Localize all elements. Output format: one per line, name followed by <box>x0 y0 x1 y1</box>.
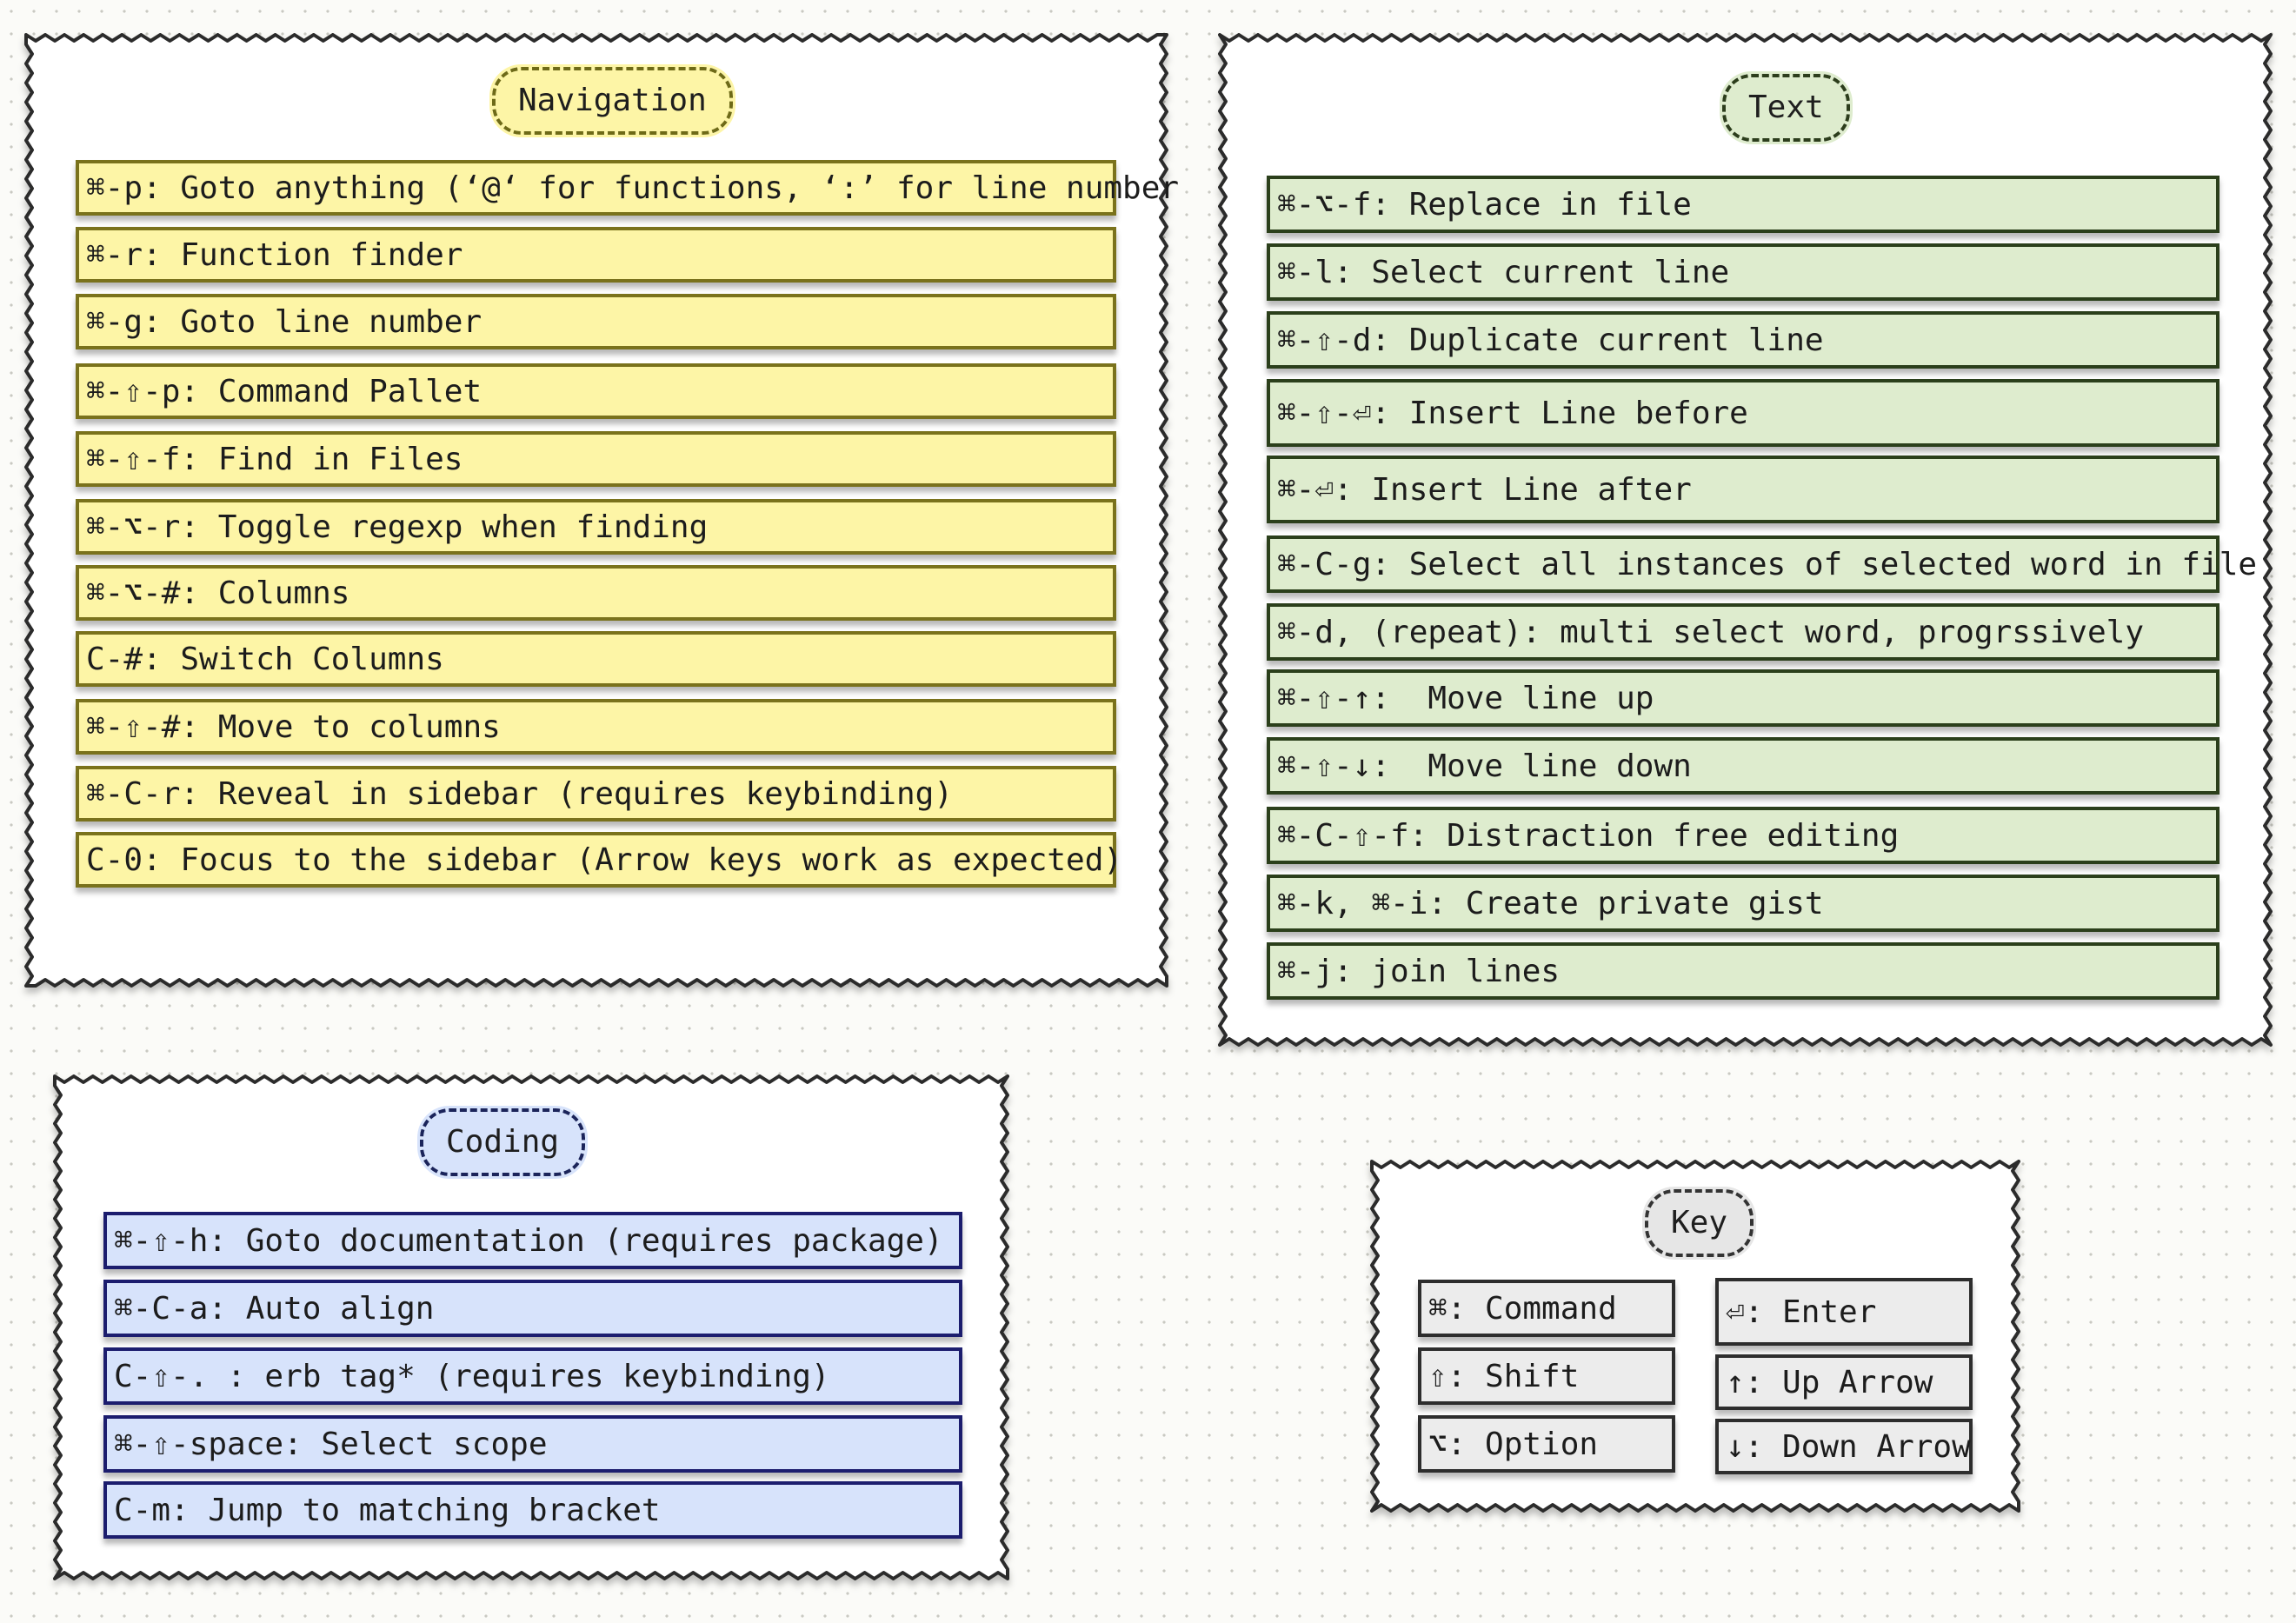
key-item-up-arrow: ↑: Up Arrow <box>1715 1354 1973 1410</box>
nav-item-function-finder: ⌘-r: Function finder <box>76 227 1116 283</box>
nav-item-goto-anything: ⌘-p: Goto anything (‘@‘ for functions, ‘… <box>76 160 1179 216</box>
text-item-move-line-down: ⌘-⇧-↓: Move line down <box>1267 737 2219 795</box>
text-item-duplicate-line: ⌘-⇧-d: Duplicate current line <box>1267 311 2219 369</box>
nav-item-move-to-columns: ⌘-⇧-#: Move to columns <box>76 699 1116 755</box>
key-item-option: ⌥: Option <box>1418 1415 1675 1473</box>
nav-item-focus-sidebar: C-0: Focus to the sidebar (Arrow keys wo… <box>76 832 1122 888</box>
code-item-select-scope: ⌘-⇧-space: Select scope <box>103 1415 962 1473</box>
nav-item-reveal-in-sidebar: ⌘-C-r: Reveal in sidebar (requires keybi… <box>76 766 1116 821</box>
text-item-private-gist: ⌘-k, ⌘-i: Create private gist <box>1267 875 2219 932</box>
text-item-select-all-instances: ⌘-C-g: Select all instances of selected … <box>1267 535 2257 593</box>
nav-item-goto-line: ⌘-g: Goto line number <box>76 294 1116 349</box>
nav-item-columns: ⌘-⌥-#: Columns <box>76 565 1116 621</box>
text-title: Text <box>1720 71 1853 144</box>
text-item-insert-line-after: ⌘-⏎: Insert Line after <box>1267 456 2219 523</box>
code-item-goto-documentation: ⌘-⇧-h: Goto documentation (requires pack… <box>103 1212 962 1269</box>
key-item-enter: ⏎: Enter <box>1715 1278 1973 1346</box>
text-item-move-line-up: ⌘-⇧-↑: Move line up <box>1267 669 2219 727</box>
text-item-distraction-free: ⌘-C-⇧-f: Distraction free editing <box>1267 807 2219 864</box>
key-item-shift: ⇧: Shift <box>1418 1347 1675 1405</box>
code-item-auto-align: ⌘-C-a: Auto align <box>103 1280 962 1337</box>
text-item-select-line: ⌘-l: Select current line <box>1267 243 2219 301</box>
coding-title: Coding <box>416 1106 589 1179</box>
key-item-command: ⌘: Command <box>1418 1280 1675 1337</box>
nav-item-command-pallet: ⌘-⇧-p: Command Pallet <box>76 363 1116 419</box>
code-item-erb-tag: C-⇧-. : erb tag* (requires keybinding) <box>103 1347 962 1405</box>
key-item-down-arrow: ↓: Down Arrow <box>1715 1419 1973 1474</box>
nav-item-switch-columns: C-#: Switch Columns <box>76 631 1116 687</box>
nav-item-toggle-regexp: ⌘-⌥-r: Toggle regexp when finding <box>76 499 1116 555</box>
navigation-title: Navigation <box>489 64 735 137</box>
key-title: Key <box>1641 1187 1757 1260</box>
nav-item-find-in-files: ⌘-⇧-f: Find in Files <box>76 431 1116 487</box>
text-item-join-lines: ⌘-j: join lines <box>1267 942 2219 1000</box>
text-item-insert-line-before: ⌘-⇧-⏎: Insert Line before <box>1267 379 2219 447</box>
text-item-multi-select: ⌘-d, (repeat): multi select word, progrs… <box>1267 603 2219 661</box>
text-item-replace-in-file: ⌘-⌥-f: Replace in file <box>1267 176 2219 233</box>
code-item-matching-bracket: C-m: Jump to matching bracket <box>103 1481 962 1539</box>
